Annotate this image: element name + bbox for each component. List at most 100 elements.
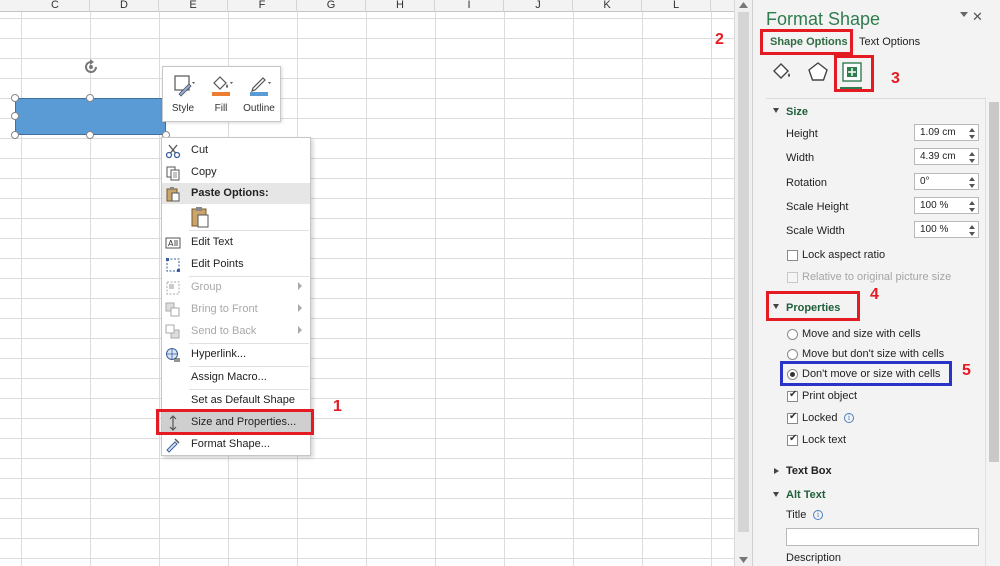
cell-grid[interactable] <box>0 12 734 566</box>
alt-text-section-heading[interactable]: Alt Text <box>786 489 826 501</box>
menu-item-cut[interactable]: Cut <box>162 140 310 161</box>
column-header-l[interactable]: L <box>642 0 711 12</box>
submenu-arrow-icon <box>298 304 302 312</box>
text-box-section-heading[interactable]: Text Box <box>786 465 832 477</box>
rectangle-shape[interactable] <box>15 98 166 135</box>
rotate-handle-icon[interactable] <box>81 57 101 77</box>
lock-text-checkbox[interactable] <box>787 433 798 446</box>
height-label: Height <box>786 128 818 140</box>
sheet-vertical-scrollbar[interactable] <box>734 0 752 566</box>
move-no-size-radio[interactable] <box>787 349 798 360</box>
menu-item-edit-text[interactable]: A Edit Text <box>162 232 310 253</box>
menu-separator <box>189 230 309 231</box>
spin-up-icon[interactable] <box>969 225 975 229</box>
paste-clipboard-icon[interactable] <box>189 206 211 228</box>
pane-vertical-scrollbar[interactable] <box>985 97 1000 566</box>
column-header-e[interactable]: E <box>159 0 228 12</box>
info-icon[interactable]: i <box>813 510 823 520</box>
spin-up-icon[interactable] <box>969 152 975 156</box>
width-spinner[interactable]: 4.39 cm <box>914 148 979 165</box>
menu-item-set-default-shape[interactable]: Set as Default Shape <box>162 390 310 411</box>
menu-item-format-shape-label: Format Shape... <box>191 438 270 450</box>
submenu-arrow-icon <box>298 282 302 290</box>
scale-height-value: 100 % <box>920 200 949 211</box>
clipboard-icon <box>166 187 180 202</box>
collapse-arrow-icon[interactable] <box>773 492 779 497</box>
resize-handle-bottom-left[interactable] <box>11 131 19 139</box>
spin-down-icon[interactable] <box>969 135 975 139</box>
move-no-size-label: Move but don't size with cells <box>802 348 945 360</box>
resize-handle-top[interactable] <box>86 94 94 102</box>
tab-text-options[interactable]: Text Options <box>859 36 920 48</box>
rotation-spinner[interactable]: 0° <box>914 173 979 190</box>
spreadsheet[interactable]: C D E F G H I J K L Style Fill Outline C… <box>0 0 734 566</box>
expand-arrow-icon[interactable] <box>774 468 779 474</box>
menu-item-hyperlink[interactable]: Hyperlink... <box>162 344 310 365</box>
spin-down-icon[interactable] <box>969 159 975 163</box>
outline-pen-icon <box>250 77 271 96</box>
column-header-k[interactable]: K <box>573 0 642 12</box>
outline-button[interactable]: Outline <box>241 73 277 119</box>
move-size-radio[interactable] <box>787 329 798 340</box>
send-to-back-icon <box>165 324 180 339</box>
column-header-c[interactable]: C <box>21 0 90 12</box>
height-spinner[interactable]: 1.09 cm <box>914 124 979 141</box>
outline-label: Outline <box>243 103 275 114</box>
spin-down-icon[interactable] <box>969 184 975 188</box>
close-icon[interactable]: ✕ <box>972 9 983 25</box>
format-shape-pane: Format Shape ✕ Shape Options Text Option… <box>752 0 1000 566</box>
menu-item-hyperlink-label: Hyperlink... <box>191 348 247 360</box>
menu-item-copy[interactable]: Copy <box>162 162 310 183</box>
lock-aspect-checkbox[interactable] <box>787 250 798 261</box>
resize-handle-left[interactable] <box>11 112 19 120</box>
spin-up-icon[interactable] <box>969 177 975 181</box>
size-section-heading[interactable]: Size <box>786 106 808 118</box>
shape-style-icon <box>174 75 195 97</box>
pane-options-dropdown-icon[interactable] <box>960 12 968 17</box>
relative-original-checkbox[interactable] <box>787 272 798 283</box>
scroll-up-arrow-icon[interactable] <box>739 2 748 8</box>
menu-item-set-default-label: Set as Default Shape <box>191 394 295 406</box>
column-header-j[interactable]: J <box>504 0 573 12</box>
fill-line-icon[interactable] <box>769 60 793 84</box>
scale-width-spinner[interactable]: 100 % <box>914 221 979 238</box>
menu-item-bring-to-front[interactable]: Bring to Front <box>162 299 310 320</box>
spin-up-icon[interactable] <box>969 128 975 132</box>
style-button[interactable]: Style <box>165 73 201 119</box>
menu-item-format-shape[interactable]: Format Shape... <box>162 434 310 455</box>
svg-text:A: A <box>168 239 174 248</box>
resize-handle-bottom[interactable] <box>86 131 94 139</box>
spin-down-icon[interactable] <box>969 232 975 236</box>
pane-scroll-thumb[interactable] <box>989 102 999 462</box>
alt-title-input[interactable] <box>786 528 979 546</box>
fill-button[interactable]: Fill <box>203 73 239 119</box>
menu-item-edit-points[interactable]: Edit Points <box>162 254 310 275</box>
collapse-arrow-icon[interactable] <box>773 108 779 113</box>
scroll-down-arrow-icon[interactable] <box>739 557 748 563</box>
width-label: Width <box>786 152 815 164</box>
sheet-scroll-thumb[interactable] <box>738 12 749 532</box>
column-header-g[interactable]: G <box>297 0 366 12</box>
column-header-f[interactable]: F <box>228 0 297 12</box>
menu-item-assign-macro[interactable]: Assign Macro... <box>162 367 310 388</box>
resize-handle-top-left[interactable] <box>11 94 19 102</box>
info-icon[interactable]: i <box>844 413 854 423</box>
locked-checkbox[interactable] <box>787 411 798 424</box>
menu-item-send-to-back[interactable]: Send to Back <box>162 321 310 342</box>
column-header-i[interactable]: I <box>435 0 504 12</box>
annotation-box-properties <box>766 291 860 321</box>
paste-options-label: Paste Options: <box>191 187 269 199</box>
annotation-box-dont-move <box>780 361 952 386</box>
spin-up-icon[interactable] <box>969 201 975 205</box>
effects-pentagon-icon[interactable] <box>806 60 830 84</box>
menu-item-group[interactable]: Group <box>162 277 310 298</box>
callout-5: 5 <box>962 362 971 379</box>
print-object-checkbox[interactable] <box>787 389 798 402</box>
annotation-box-size-icon <box>834 55 874 92</box>
relative-original-label: Relative to original picture size <box>802 271 952 283</box>
scale-height-spinner[interactable]: 100 % <box>914 197 979 214</box>
column-header-h[interactable]: H <box>366 0 435 12</box>
column-header-d[interactable]: D <box>90 0 159 12</box>
move-size-label: Move and size with cells <box>802 328 921 340</box>
spin-down-icon[interactable] <box>969 208 975 212</box>
